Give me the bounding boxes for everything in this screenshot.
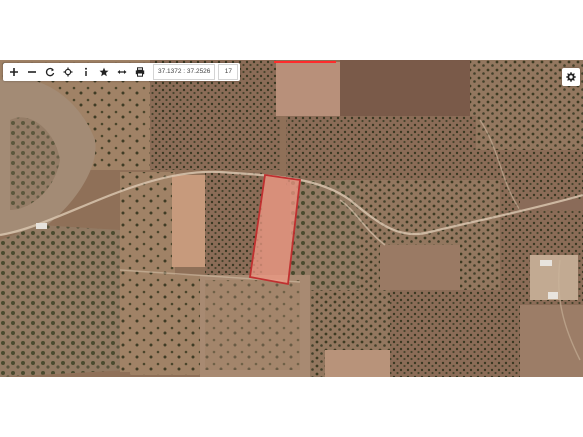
- settings-button[interactable]: [562, 68, 580, 86]
- refresh-icon: [45, 67, 55, 77]
- refresh-button[interactable]: [41, 63, 59, 81]
- printer-icon: [135, 67, 145, 77]
- minus-icon: [28, 71, 36, 73]
- coordinates-readout: 37.1372 : 37.2526: [153, 64, 216, 80]
- satellite-map[interactable]: [0, 60, 583, 377]
- zoom-level: 17: [218, 64, 239, 80]
- double-arrow-icon: [117, 70, 127, 74]
- zoom-out-button[interactable]: [23, 63, 41, 81]
- measure-button[interactable]: [113, 63, 131, 81]
- satellite-imagery: [0, 60, 583, 377]
- favorite-button[interactable]: [95, 63, 113, 81]
- star-icon: [99, 67, 109, 77]
- zoom-in-button[interactable]: [5, 63, 23, 81]
- page: 37.1372 : 37.2526 17: [0, 0, 583, 437]
- crosshair-icon: [63, 67, 73, 77]
- plus-icon: [10, 68, 18, 76]
- locate-button[interactable]: [59, 63, 77, 81]
- info-icon: [85, 67, 87, 76]
- gear-icon: [566, 72, 576, 82]
- info-button[interactable]: [77, 63, 95, 81]
- print-button[interactable]: [131, 63, 149, 81]
- map-toolbar: 37.1372 : 37.2526 17: [3, 63, 241, 81]
